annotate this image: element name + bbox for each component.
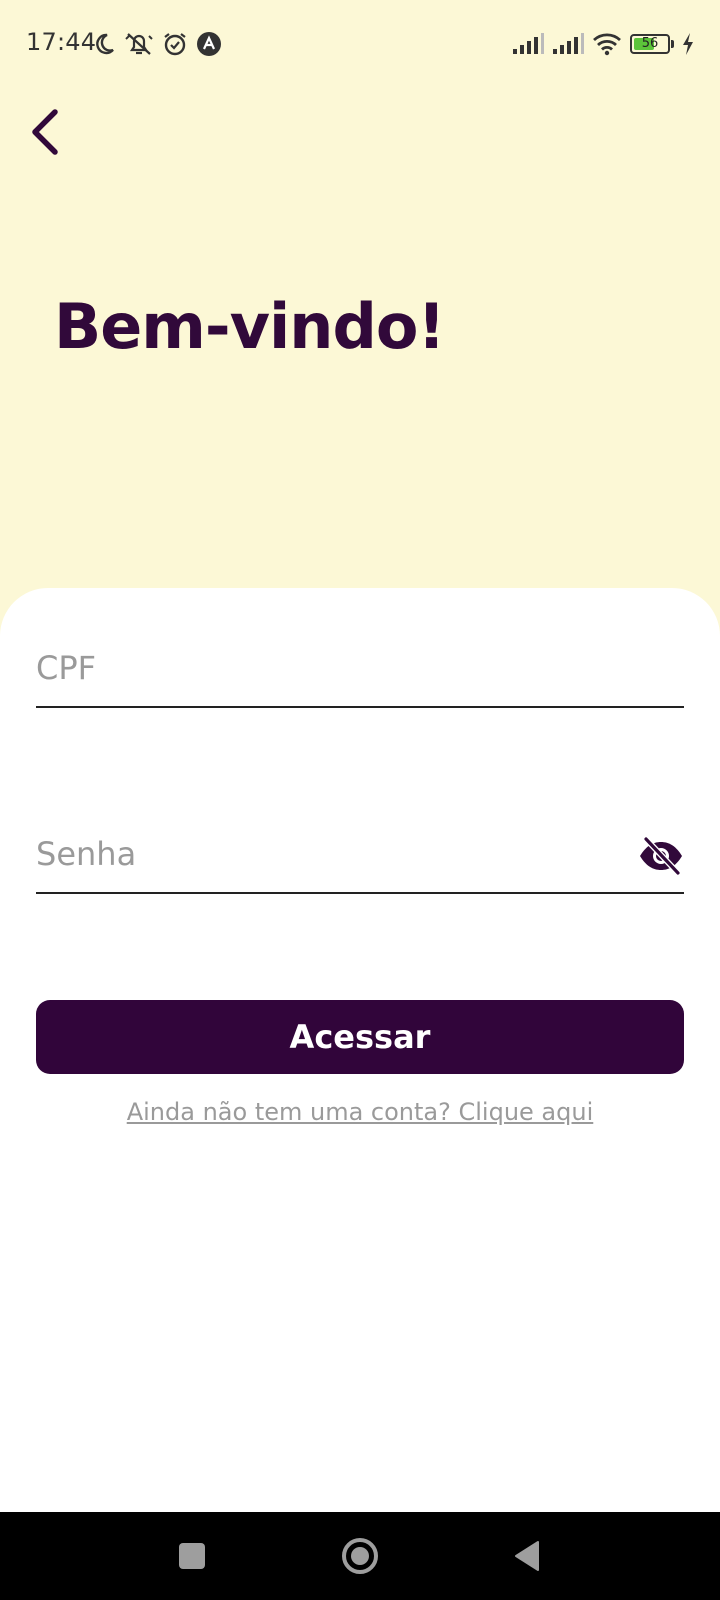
app-icon <box>196 31 222 57</box>
password-field <box>36 816 684 894</box>
navigation-bar <box>0 1512 720 1600</box>
signup-link[interactable]: Ainda não tem uma conta? Clique aqui <box>0 1098 720 1126</box>
signal-icon <box>512 33 544 55</box>
status-bar: 17:44 56 <box>0 0 720 88</box>
status-icons-left <box>92 30 222 58</box>
battery-level: 56 <box>641 36 659 51</box>
back-button[interactable] <box>18 104 74 160</box>
battery-icon: 56 <box>630 34 674 54</box>
password-input[interactable] <box>36 816 684 892</box>
chevron-left-icon <box>29 108 63 156</box>
submit-button[interactable]: Acessar <box>36 1000 684 1074</box>
charging-icon <box>682 33 694 55</box>
wifi-icon <box>592 32 622 56</box>
alarm-icon <box>162 31 188 57</box>
moon-icon <box>92 32 116 56</box>
notifications-off-icon <box>124 31 154 57</box>
recents-square-icon[interactable] <box>168 1532 216 1580</box>
back-triangle-icon[interactable] <box>504 1532 552 1580</box>
signal-icon <box>552 33 584 55</box>
login-card: Acessar Ainda não tem uma conta? Clique … <box>0 588 720 1512</box>
home-circle-icon[interactable] <box>336 1532 384 1580</box>
cpf-input[interactable] <box>36 630 684 706</box>
eye-off-icon[interactable] <box>638 836 684 876</box>
status-time: 17:44 <box>26 28 97 56</box>
page-title: Bem-vindo! <box>54 290 446 363</box>
status-icons-right: 56 <box>512 30 694 58</box>
cpf-field <box>36 630 684 708</box>
